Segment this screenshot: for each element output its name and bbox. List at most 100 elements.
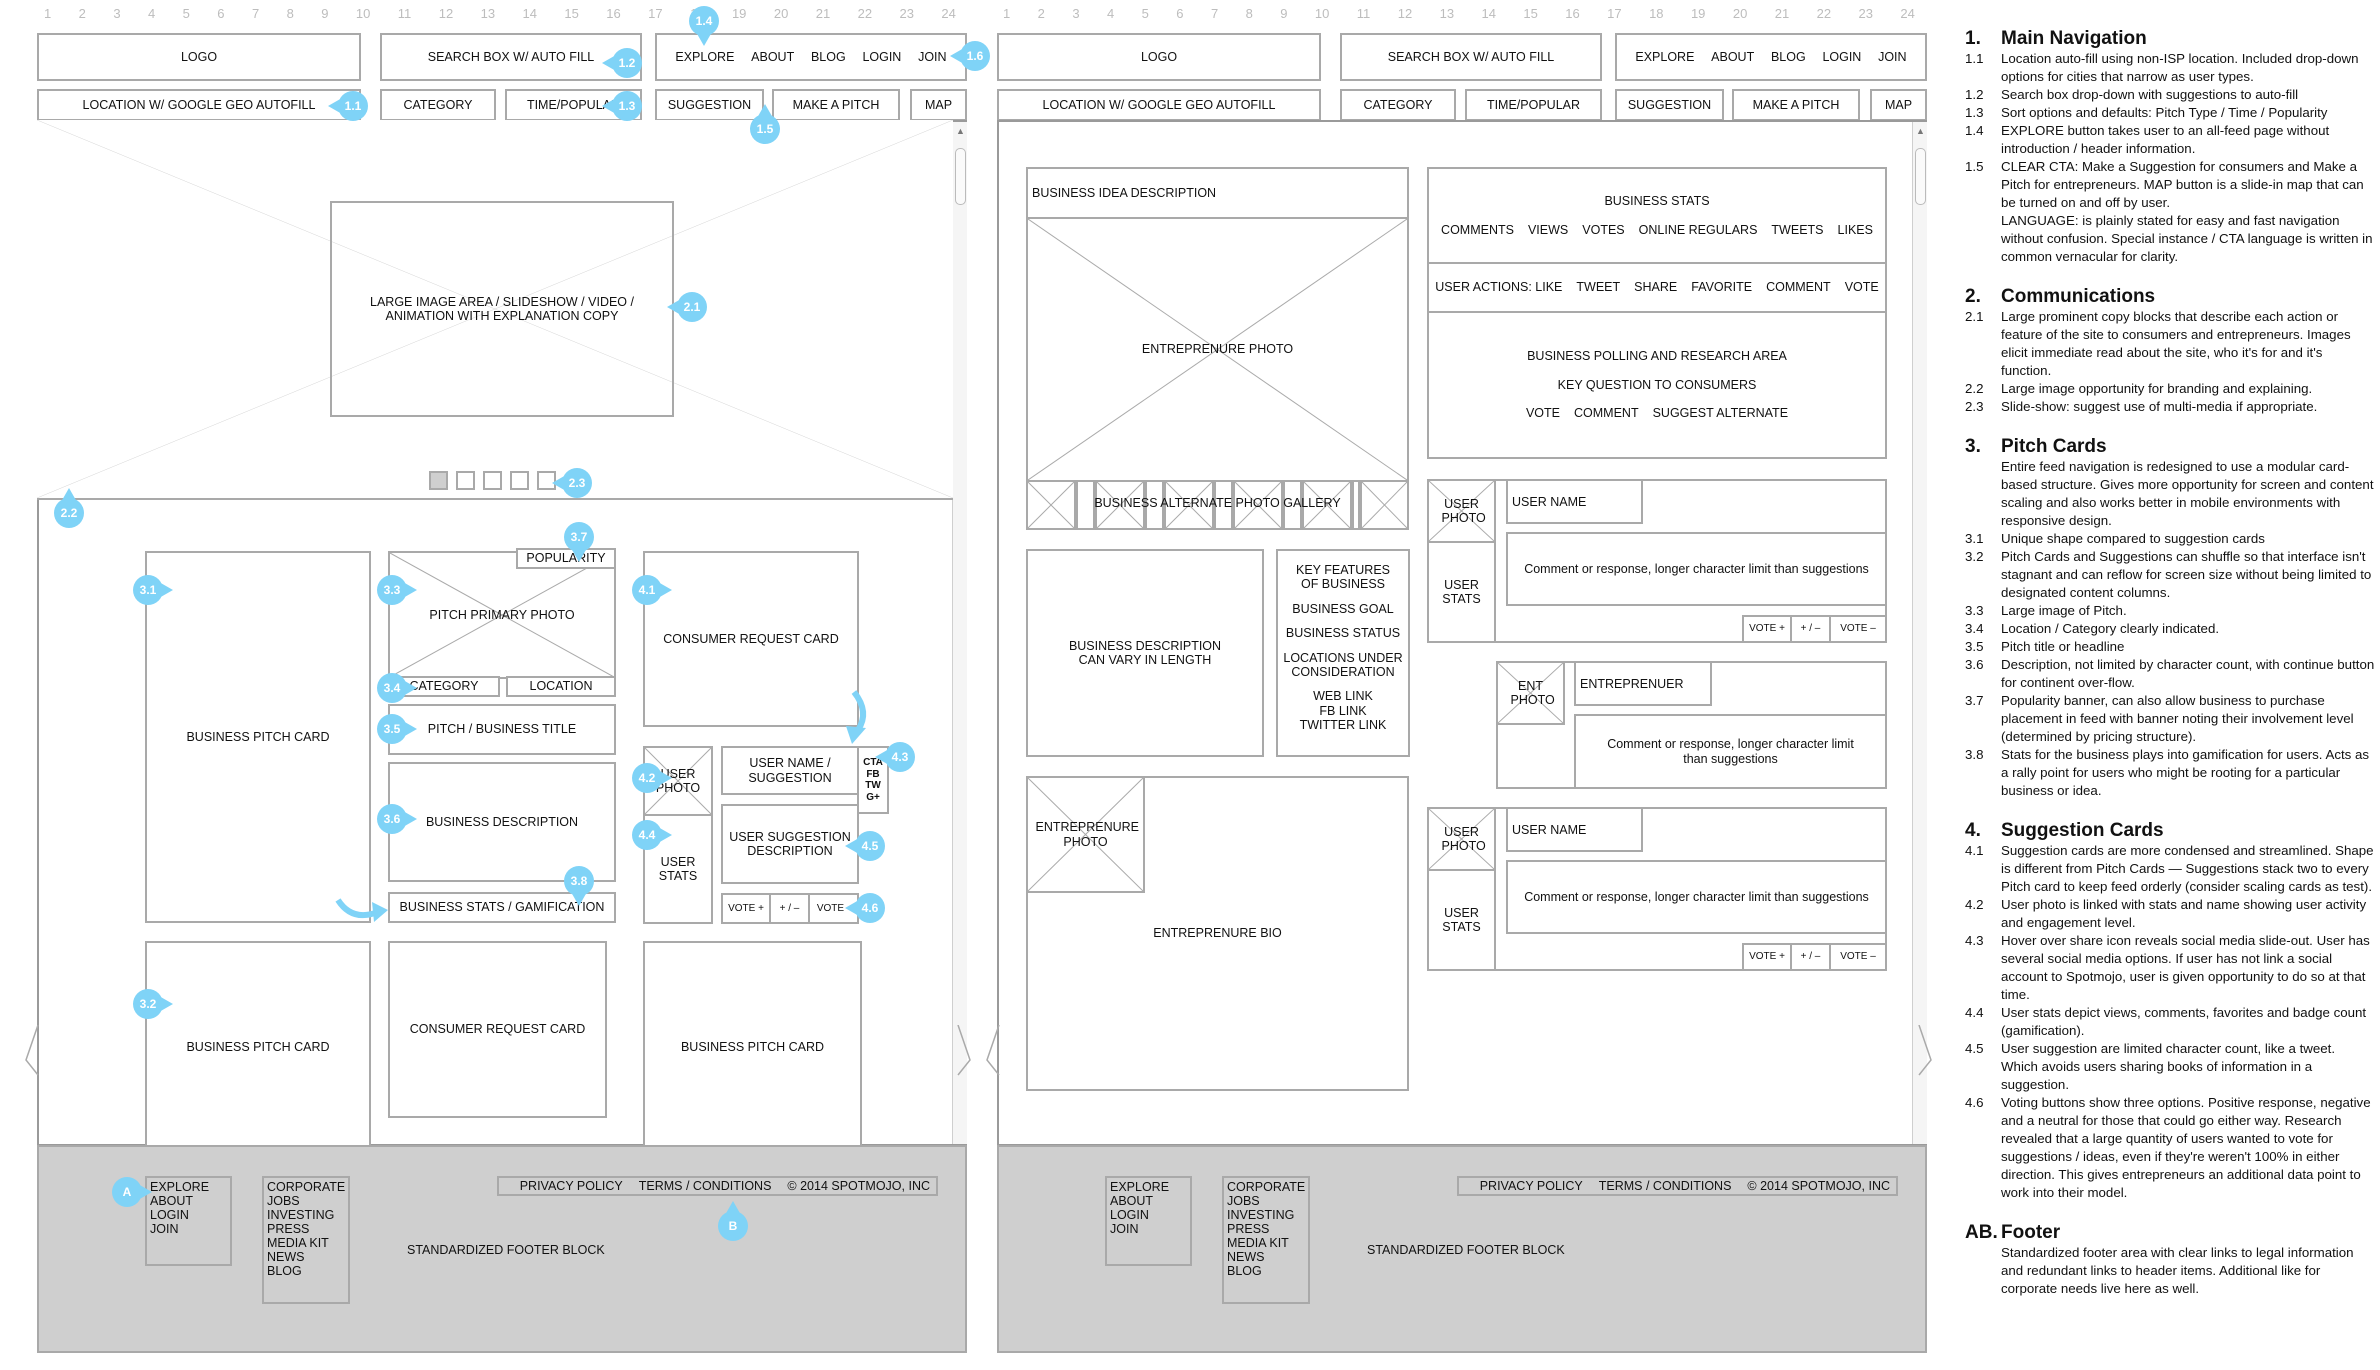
poll-comment[interactable]: COMMENT: [1574, 406, 1639, 420]
vote-minus-button[interactable]: VOTE –: [1829, 615, 1887, 643]
action-share[interactable]: SHARE: [1634, 280, 1677, 294]
action-comment[interactable]: COMMENT: [1766, 280, 1831, 294]
slideshow-dots[interactable]: [429, 471, 556, 490]
privacy-policy-link[interactable]: PRIVACY POLICY: [1480, 1179, 1583, 1193]
vote-plus-button[interactable]: VOTE +: [1742, 615, 1792, 643]
share-facebook[interactable]: FB: [866, 769, 879, 781]
slide-dot[interactable]: [456, 471, 475, 490]
terms-link[interactable]: TERMS / CONDITIONS: [1599, 1179, 1732, 1193]
scroll-up-icon[interactable]: ▲: [1916, 126, 1925, 136]
entrepreneur-photo[interactable]: ENTREPRENURE PHOTO: [1026, 217, 1409, 482]
user-name[interactable]: USER NAME: [1506, 807, 1643, 852]
pitch-primary-photo[interactable]: PITCH PRIMARY PHOTO: [388, 551, 616, 679]
pitch-title[interactable]: PITCH / BUSINESS TITLE: [388, 704, 616, 755]
make-pitch-button[interactable]: MAKE A PITCH: [1732, 89, 1860, 121]
nav-login[interactable]: LOGIN: [862, 50, 901, 64]
nav-about[interactable]: ABOUT: [1711, 50, 1754, 64]
privacy-policy-link[interactable]: PRIVACY POLICY: [520, 1179, 623, 1193]
scroll-thumb[interactable]: [1915, 148, 1926, 205]
footer-link-jobs[interactable]: JOBS: [267, 1194, 345, 1208]
scrollbar[interactable]: ▲: [952, 122, 967, 1144]
footer-link-investing[interactable]: INVESTING: [1227, 1208, 1305, 1222]
user-photo[interactable]: USER PHOTO: [1427, 479, 1496, 543]
footer-link-jobs[interactable]: JOBS: [1227, 1194, 1305, 1208]
action-like[interactable]: USER ACTIONS: LIKE: [1435, 280, 1562, 294]
share-twitter[interactable]: TW: [865, 780, 881, 792]
category-select[interactable]: CATEGORY: [1340, 89, 1456, 121]
entrepreneur-photo-small[interactable]: ENTREPRENURE PHOTO: [1026, 776, 1145, 893]
vote-plus-button[interactable]: VOTE +: [721, 893, 771, 924]
business-pitch-card[interactable]: BUSINESS PITCH CARD: [643, 941, 862, 1151]
map-button[interactable]: MAP: [910, 89, 967, 121]
suggestion-button[interactable]: SUGGESTION: [655, 89, 764, 121]
footer-link-explore[interactable]: EXPLORE: [150, 1180, 227, 1194]
entrepreneur-name[interactable]: ENTREPRENUER: [1574, 661, 1712, 706]
search-input[interactable]: SEARCH BOX W/ AUTO FILL: [1340, 33, 1602, 81]
slide-dot[interactable]: [429, 471, 448, 490]
poll-suggest-alternate[interactable]: SUGGEST ALTERNATE: [1653, 406, 1788, 420]
footer-link-login[interactable]: LOGIN: [1110, 1208, 1187, 1222]
suggestion-button[interactable]: SUGGESTION: [1615, 89, 1724, 121]
vote-neutral-button[interactable]: + / –: [1790, 943, 1831, 971]
action-vote[interactable]: VOTE: [1845, 280, 1879, 294]
footer-link-corporate[interactable]: CORPORATE: [267, 1180, 345, 1194]
footer-link-blog[interactable]: BLOG: [267, 1264, 345, 1278]
footer-link-news[interactable]: NEWS: [267, 1250, 345, 1264]
nav-explore[interactable]: EXPLORE: [1635, 50, 1694, 64]
logo[interactable]: LOGO: [997, 33, 1321, 81]
footer-link-corporate[interactable]: CORPORATE: [1227, 1180, 1305, 1194]
nav-about[interactable]: ABOUT: [751, 50, 794, 64]
footer-link-investing[interactable]: INVESTING: [267, 1208, 345, 1222]
consumer-request-card[interactable]: CONSUMER REQUEST CARD: [643, 551, 859, 727]
map-button[interactable]: MAP: [1870, 89, 1927, 121]
nav-blog[interactable]: BLOG: [811, 50, 846, 64]
terms-link[interactable]: TERMS / CONDITIONS: [639, 1179, 772, 1193]
vote-neutral-button[interactable]: + / –: [1790, 615, 1831, 643]
vote-neutral-button[interactable]: + / –: [769, 893, 810, 924]
scroll-thumb[interactable]: [955, 148, 966, 205]
share-google-plus[interactable]: G+: [866, 792, 880, 804]
nav-join[interactable]: JOIN: [1878, 50, 1906, 64]
footer-link-explore[interactable]: EXPLORE: [1110, 1180, 1187, 1194]
vote-plus-button[interactable]: VOTE +: [1742, 943, 1792, 971]
footer-link-about[interactable]: ABOUT: [1110, 1194, 1187, 1208]
scroll-up-icon[interactable]: ▲: [956, 126, 965, 136]
slide-dot[interactable]: [483, 471, 502, 490]
location-input[interactable]: LOCATION W/ GOOGLE GEO AUTOFILL: [37, 89, 361, 121]
make-pitch-button[interactable]: MAKE A PITCH: [772, 89, 900, 121]
location-input[interactable]: LOCATION W/ GOOGLE GEO AUTOFILL: [997, 89, 1321, 121]
action-favorite[interactable]: FAVORITE: [1691, 280, 1752, 294]
pitch-location[interactable]: LOCATION: [506, 676, 616, 697]
consumer-request-card[interactable]: CONSUMER REQUEST CARD: [388, 941, 607, 1118]
footer-link-join[interactable]: JOIN: [150, 1222, 227, 1236]
business-pitch-card[interactable]: BUSINESS PITCH CARD: [145, 551, 371, 923]
footer-link-news[interactable]: NEWS: [1227, 1250, 1305, 1264]
footer-link-media-kit[interactable]: MEDIA KIT: [1227, 1236, 1305, 1250]
footer-link-join[interactable]: JOIN: [1110, 1222, 1187, 1236]
user-photo[interactable]: USER PHOTO: [1427, 807, 1496, 871]
nav-login[interactable]: LOGIN: [1822, 50, 1861, 64]
user-name-suggestion[interactable]: USER NAME / SUGGESTION: [721, 746, 859, 795]
business-goal-label: BUSINESS GOAL: [1292, 601, 1394, 616]
vote-minus-button[interactable]: VOTE –: [1829, 943, 1887, 971]
entrepreneur-photo[interactable]: ENT PHOTO: [1496, 661, 1565, 725]
time-popular-select[interactable]: TIME/POPULAR: [1465, 89, 1602, 121]
slide-dot[interactable]: [510, 471, 529, 490]
footer-link-media-kit[interactable]: MEDIA KIT: [267, 1236, 345, 1250]
scrollbar[interactable]: ▲: [1912, 122, 1927, 1144]
footer-link-blog[interactable]: BLOG: [1227, 1264, 1305, 1278]
footer-link-press[interactable]: PRESS: [267, 1222, 345, 1236]
footer-link-about[interactable]: ABOUT: [150, 1194, 227, 1208]
footer-link-login[interactable]: LOGIN: [150, 1208, 227, 1222]
nav-blog[interactable]: BLOG: [1771, 50, 1806, 64]
footer-link-press[interactable]: PRESS: [1227, 1222, 1305, 1236]
nav-join[interactable]: JOIN: [918, 50, 946, 64]
logo[interactable]: LOGO: [37, 33, 361, 81]
action-tweet[interactable]: TWEET: [1576, 280, 1620, 294]
poll-vote[interactable]: VOTE: [1526, 406, 1560, 420]
category-select[interactable]: CATEGORY: [380, 89, 496, 121]
user-name[interactable]: USER NAME: [1506, 479, 1643, 524]
nav-explore[interactable]: EXPLORE: [675, 50, 734, 64]
business-pitch-card[interactable]: BUSINESS PITCH CARD: [145, 941, 371, 1151]
social-links[interactable]: WEB LINK FB LINK TWITTER LINK: [1300, 689, 1387, 732]
